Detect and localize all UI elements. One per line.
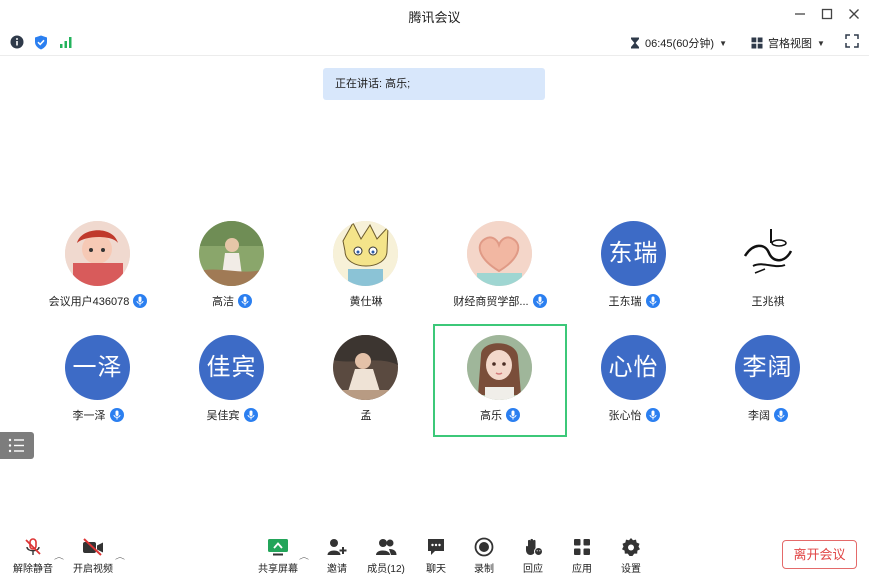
bottom-toolbar: 解除静音 ︿ 开启视频 ︿ 共享屏幕 ︿ 邀请 成员(12) 聊天 录制 回应 … — [0, 530, 869, 580]
view-mode-label: 宫格视图 — [768, 38, 812, 50]
participant-tile[interactable]: 黄仕琳 — [299, 221, 433, 333]
participant-name: 王东瑞 — [608, 296, 642, 308]
microphone-muted-icon — [23, 536, 43, 558]
microphone-icon — [109, 408, 124, 422]
avatar — [199, 221, 264, 286]
minimize-icon — [795, 13, 805, 15]
participant-name: 李阔 — [748, 410, 770, 422]
camera-off-icon — [82, 536, 104, 558]
microphone-icon — [774, 408, 788, 422]
maximize-icon — [821, 8, 833, 20]
participant-name: 李一泽 — [72, 410, 106, 422]
microphone-icon — [532, 294, 547, 308]
avatar: 心怡 — [601, 335, 666, 400]
participant-tile[interactable]: 东瑞 王东瑞 — [567, 221, 701, 333]
close-icon — [849, 9, 859, 19]
participant-name: 高乐 — [480, 410, 502, 422]
participant-name: 高洁 — [212, 296, 234, 308]
leave-meeting-button[interactable]: 离开会议 — [782, 540, 857, 569]
microphone-icon — [243, 408, 258, 422]
participant-tile[interactable]: 心怡 张心怡 — [567, 335, 701, 447]
microphone-icon — [133, 294, 148, 308]
avatar — [333, 335, 398, 400]
participant-tile[interactable]: 佳宾 吴佳宾 — [165, 335, 299, 447]
record-icon — [474, 536, 494, 558]
participant-tile[interactable]: 王兆祺 — [701, 221, 835, 333]
participant-name: 会议用户436078 — [48, 296, 130, 308]
avatar: 一泽 — [65, 335, 130, 400]
fullscreen-icon — [845, 34, 859, 48]
close-button[interactable] — [844, 5, 864, 25]
chevron-down-icon: ▼ — [719, 38, 728, 48]
participant-name: 黄仕琳 — [349, 296, 383, 308]
participant-tile[interactable]: 会议用户436078 — [31, 221, 165, 333]
avatar: 东瑞 — [601, 221, 666, 286]
participant-name: 吴佳宾 — [206, 410, 240, 422]
microphone-icon — [238, 294, 252, 308]
participant-tile-active-speaker[interactable]: 高乐 — [433, 324, 567, 437]
avatar: 李阔 — [735, 335, 800, 400]
side-panel-toggle[interactable] — [0, 432, 34, 459]
participant-tile[interactable]: 李阔 李阔 — [701, 335, 835, 447]
microphone-icon — [506, 408, 520, 422]
avatar — [467, 335, 532, 400]
signal-strength-icon[interactable] — [59, 35, 73, 52]
participant-name: 王兆祺 — [751, 296, 785, 308]
list-icon — [8, 438, 24, 453]
participant-name: 孟 — [360, 410, 372, 422]
minimize-button[interactable] — [790, 5, 810, 25]
chevron-down-icon: ▼ — [817, 38, 825, 48]
avatar — [467, 221, 532, 286]
participant-tile[interactable]: 一泽 李一泽 — [31, 335, 165, 447]
timer-text: 06:45(60分钟) — [645, 38, 715, 50]
participant-name: 财经商贸学部... — [453, 296, 529, 308]
avatar — [65, 221, 130, 286]
security-shield-icon[interactable] — [34, 35, 48, 53]
fullscreen-button[interactable] — [845, 34, 859, 51]
reaction-hand-icon — [523, 536, 543, 558]
start-video-button[interactable]: 开启视频 — [63, 536, 123, 576]
avatar: 佳宾 — [199, 335, 264, 400]
participant-name: 张心怡 — [608, 410, 642, 422]
chat-bubble-icon — [426, 536, 446, 558]
meeting-timer[interactable]: 06:45(60分钟) ▼ — [630, 35, 727, 51]
title-bar: 腾讯会议 — [0, 0, 869, 30]
video-options-caret[interactable]: ︿ — [115, 550, 125, 561]
add-user-icon — [327, 536, 347, 558]
share-screen-icon — [267, 536, 289, 558]
apps-grid-icon — [573, 536, 591, 558]
gear-icon — [621, 536, 641, 558]
view-mode-selector[interactable]: 宫格视图 ▼ — [751, 35, 825, 51]
participant-tile[interactable]: 孟 — [299, 335, 433, 447]
participant-tile[interactable]: 财经商贸学部... — [433, 221, 567, 333]
avatar — [333, 221, 398, 286]
avatar — [735, 221, 800, 286]
window-title: 腾讯会议 — [408, 10, 461, 25]
members-icon — [375, 536, 397, 558]
meeting-info-bar: 06:45(60分钟) ▼ 宫格视图 ▼ — [0, 30, 869, 56]
microphone-icon — [645, 294, 660, 308]
microphone-icon — [645, 408, 660, 422]
grid-view-icon — [751, 37, 763, 49]
info-icon[interactable] — [10, 35, 24, 52]
participant-tile[interactable]: 高洁 — [165, 221, 299, 333]
speaking-indicator: 正在讲话: 高乐; — [323, 68, 545, 100]
hourglass-icon — [631, 37, 639, 49]
maximize-button[interactable] — [817, 5, 837, 25]
settings-button[interactable]: 设置 — [601, 536, 661, 576]
